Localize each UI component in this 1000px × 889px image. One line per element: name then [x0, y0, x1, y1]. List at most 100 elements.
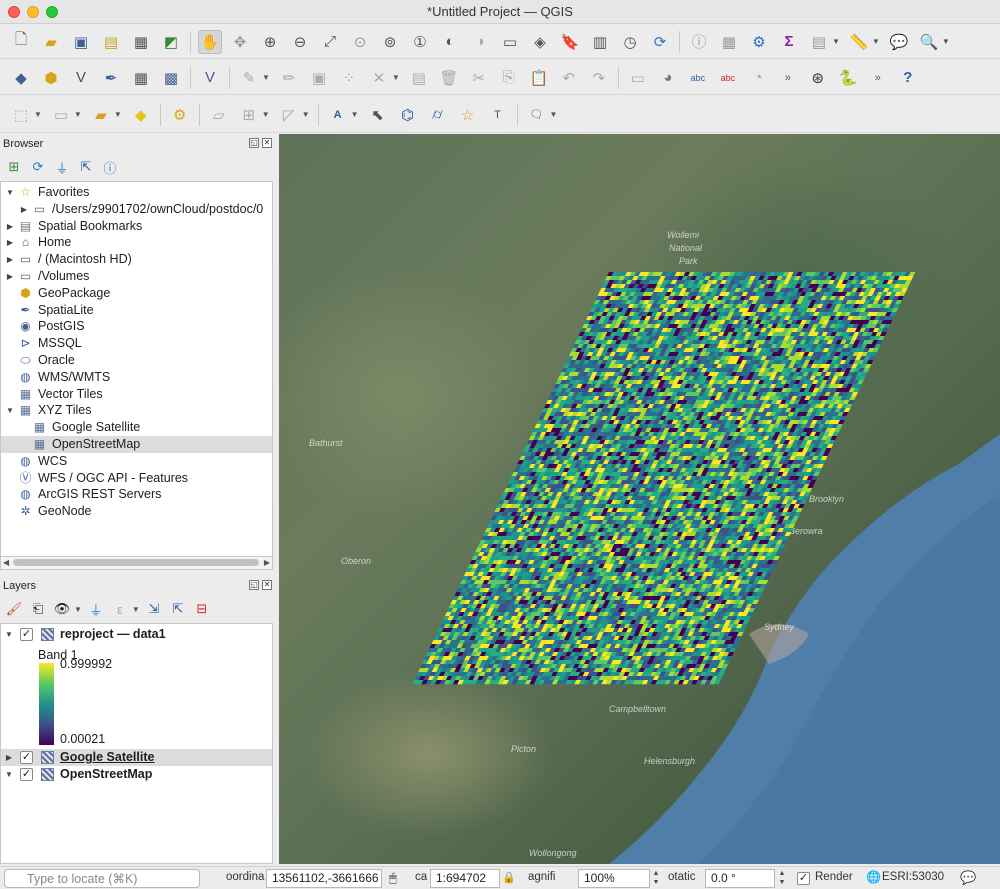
manage-visibility-eye-icon[interactable]: 👁: [52, 599, 72, 619]
chevron-down-icon[interactable]: ▼: [34, 110, 42, 119]
refresh-icon[interactable]: ⟳: [648, 30, 672, 54]
scroll-right-arrow-icon[interactable]: ▶: [264, 557, 270, 569]
add-vector-layer-icon[interactable]: V: [198, 66, 222, 90]
collapse-all-icon[interactable]: ⇱: [168, 599, 188, 619]
filter-funnel-icon[interactable]: ⏚: [52, 157, 72, 177]
chevron-down-icon[interactable]: ▼: [550, 110, 558, 119]
toggle-extents-mouse-icon[interactable]: 🖱: [389, 870, 397, 886]
save-layer-edits-icon[interactable]: ▣: [307, 66, 331, 90]
toggle-editing-pencil-icon[interactable]: ✏: [277, 66, 301, 90]
new-bookmark-icon[interactable]: 🔖: [558, 30, 582, 54]
locator-search-input[interactable]: [4, 869, 200, 888]
locator-search-icon[interactable]: 🔍: [917, 30, 941, 54]
chevron-down-icon[interactable]: ▼: [832, 37, 840, 46]
chevron-down-icon[interactable]: ▼: [262, 110, 270, 119]
add-group-icon[interactable]: ⎗: [28, 599, 48, 619]
scroll-left-arrow-icon[interactable]: ◀: [3, 557, 9, 569]
undo-icon[interactable]: ↶: [557, 66, 581, 90]
browser-item[interactable]: ▦ Vector Tiles: [1, 386, 272, 403]
pan-to-selection-icon[interactable]: ✥: [228, 30, 252, 54]
rotation-stepper-icon[interactable]: ▲ ▼: [776, 869, 788, 888]
paste-features-icon[interactable]: 📋: [527, 66, 551, 90]
rotation-field[interactable]: 0.0 °: [705, 869, 775, 888]
zoom-last-icon[interactable]: ◐: [438, 30, 462, 54]
data-source-manager-icon[interactable]: ◆: [9, 66, 33, 90]
measure-ruler-icon[interactable]: 📏: [847, 30, 871, 54]
coordinate-field[interactable]: 13561102,-3661666: [266, 869, 382, 888]
magnifier-stepper-icon[interactable]: ▲ ▼: [650, 869, 662, 888]
float-panel-icon[interactable]: ◱: [249, 580, 259, 590]
browser-item[interactable]: ▶ ⌂ Home: [1, 234, 272, 251]
expand-arrow-right-icon[interactable]: ▶: [5, 268, 15, 285]
select-annotation-icon[interactable]: ⬉: [366, 103, 390, 127]
expand-all-icon[interactable]: ⇲: [144, 599, 164, 619]
filter-expression-icon[interactable]: ε: [110, 599, 130, 619]
refresh-icon[interactable]: ⟳: [28, 157, 48, 177]
chevron-down-icon[interactable]: ▼: [392, 73, 400, 82]
new-geopackage-layer-icon[interactable]: ⬢: [39, 66, 63, 90]
render-checkbox[interactable]: ✓: [797, 872, 810, 885]
chevron-down-icon[interactable]: ▼: [74, 110, 82, 119]
close-panel-icon[interactable]: ✕: [262, 580, 272, 590]
browser-item[interactable]: ⬭ Oracle: [1, 352, 272, 369]
expand-arrow-right-icon[interactable]: ▶: [5, 234, 15, 251]
layer-visibility-checkbox[interactable]: ✓: [20, 768, 33, 781]
browser-item[interactable]: Ⓥ WFS / OGC API - Features: [1, 470, 272, 487]
new-shapefile-layer-icon[interactable]: V: [69, 66, 93, 90]
select-features-icon[interactable]: ⬚: [9, 103, 33, 127]
crs-globe-icon[interactable]: 🌐: [866, 870, 881, 884]
label-tool-abc-icon[interactable]: A: [326, 103, 350, 127]
browser-item[interactable]: ◍ WCS: [1, 453, 272, 470]
browser-item[interactable]: ✲ GeoNode: [1, 503, 272, 520]
pan-hand-icon[interactable]: ✋: [198, 29, 222, 54]
modify-attributes-icon[interactable]: ▤: [407, 66, 431, 90]
more-tools-chevron-icon[interactable]: »: [866, 66, 890, 90]
redo-icon[interactable]: ↷: [587, 66, 611, 90]
browser-item[interactable]: ✒ SpatiaLite: [1, 302, 272, 319]
zoom-full-icon[interactable]: ⤢: [318, 30, 342, 54]
magnifier-field[interactable]: 100%: [578, 869, 650, 888]
reshape-features-icon[interactable]: ◸: [277, 103, 301, 127]
add-segment-node-icon[interactable]: ⌭: [426, 103, 450, 127]
minimize-window-button[interactable]: [27, 6, 39, 18]
layer-item[interactable]: ▼ ✓ OpenStreetMap: [1, 766, 272, 783]
map-tips-icon[interactable]: 💬: [887, 30, 911, 54]
scale-field[interactable]: 1:694702: [430, 869, 500, 888]
zoom-next-icon[interactable]: ◑: [468, 30, 492, 54]
zoom-native-icon[interactable]: ①: [408, 30, 432, 54]
new-spatialite-layer-icon[interactable]: ✒: [99, 66, 123, 90]
layer-visibility-checkbox[interactable]: ✓: [20, 628, 33, 641]
zoom-in-icon[interactable]: ⊕: [258, 30, 282, 54]
digitize-shape-icon[interactable]: ▱: [207, 103, 231, 127]
scrollbar-thumb[interactable]: [13, 559, 259, 566]
zoom-window-button[interactable]: [46, 6, 58, 18]
chevron-down-icon[interactable]: ▼: [114, 110, 122, 119]
temporal-controller-clock-icon[interactable]: ◷: [618, 30, 642, 54]
layout-manager-icon[interactable]: ▦: [129, 30, 153, 54]
style-brush-icon[interactable]: 🖌: [4, 599, 24, 619]
float-panel-icon[interactable]: ◱: [249, 138, 259, 148]
expand-arrow-right-icon[interactable]: ▶: [4, 749, 14, 766]
expand-arrow-right-icon[interactable]: ▶: [5, 218, 15, 235]
add-text-annotation-icon[interactable]: T: [486, 103, 510, 127]
vertex-tool-icon[interactable]: ✕: [367, 66, 391, 90]
new-map-view-icon[interactable]: ▭: [498, 30, 522, 54]
deselect-all-icon[interactable]: ▰: [89, 103, 113, 127]
plugin-binoculars-icon[interactable]: ⊛: [806, 66, 830, 90]
browser-horizontal-scrollbar[interactable]: ◀ ▶: [0, 557, 273, 570]
chevron-down-icon[interactable]: ▼: [74, 605, 82, 614]
browser-item[interactable]: ◍ WMS/WMTS: [1, 369, 272, 386]
current-edits-icon[interactable]: ✎: [237, 66, 261, 90]
browser-item[interactable]: ▶ ▭ / (Macintosh HD): [1, 251, 272, 268]
browser-item[interactable]: ▦ OpenStreetMap: [1, 436, 272, 453]
info-icon[interactable]: ⓘ: [100, 157, 120, 177]
more-tools-chevron-icon[interactable]: »: [776, 66, 800, 90]
new-3d-map-view-icon[interactable]: ◈: [528, 30, 552, 54]
text-annotation-icon[interactable]: 🗨: [525, 103, 549, 127]
layer-visibility-checkbox[interactable]: ✓: [20, 751, 33, 764]
browser-item[interactable]: ▶ ▭ /Users/z9901702/ownCloud/postdoc/0: [1, 201, 272, 218]
style-manager-icon[interactable]: ◩: [159, 30, 183, 54]
chevron-down-icon[interactable]: ▼: [872, 37, 880, 46]
pin-labels-icon[interactable]: ◔: [746, 66, 770, 90]
save-project-icon[interactable]: ▣: [69, 30, 93, 54]
